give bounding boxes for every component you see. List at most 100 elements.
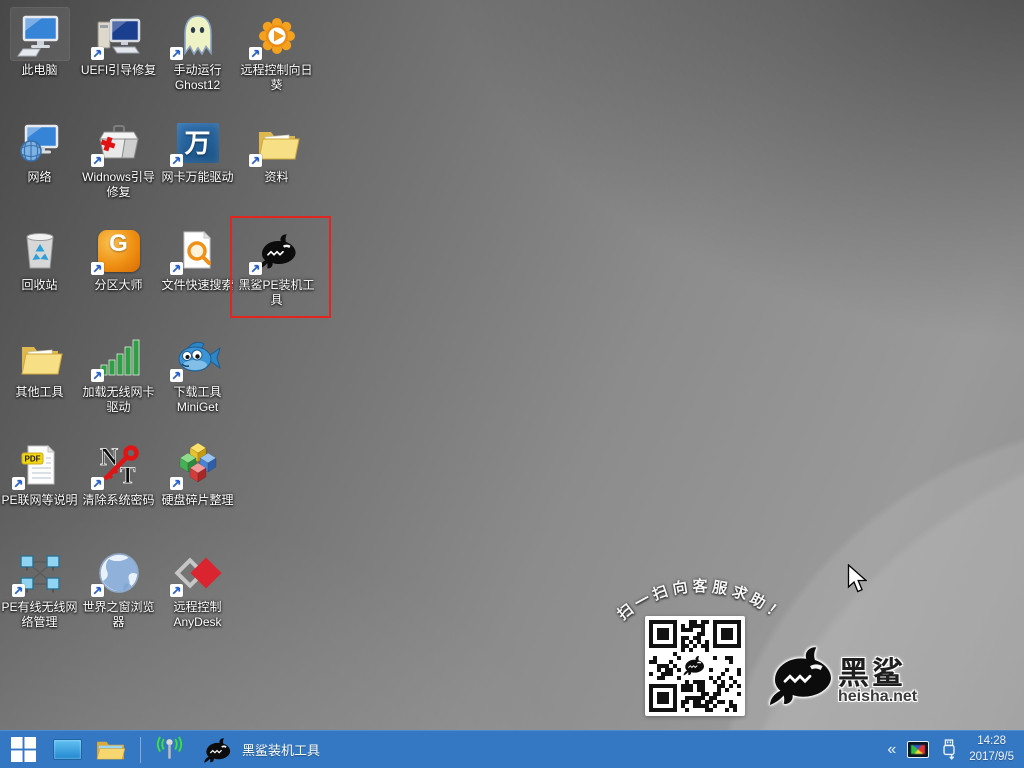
recycle-bin-icon	[11, 223, 69, 275]
shortcut-arrow-icon	[90, 584, 104, 597]
file-search-icon	[169, 223, 227, 275]
desktop-icon-run-ghost12[interactable]: 手动运行Ghost12	[158, 8, 237, 93]
start-button[interactable]	[0, 731, 46, 768]
desktop-icon-label: 远程控制AnyDesk	[173, 600, 222, 629]
desktop-icon-label: 分区大师	[94, 277, 143, 292]
desktop-icon-label: 其他工具	[15, 385, 64, 400]
display-color-icon[interactable]	[907, 741, 930, 758]
desktop-icon-load-wireless-driver[interactable]: 加载无线网卡驱动	[79, 330, 158, 415]
shortcut-arrow-icon	[11, 584, 25, 597]
qr-code	[645, 616, 745, 716]
desktop-icon-windows-boot-repair[interactable]: Widnows引导修复	[79, 115, 158, 200]
sunflower-icon	[248, 8, 306, 60]
diskgenius-icon: G	[90, 223, 148, 275]
anydesk-icon	[169, 545, 227, 597]
window-app-icon[interactable]	[53, 739, 82, 760]
shortcut-arrow-icon	[90, 261, 104, 275]
desktop-icon-label: 网络	[27, 170, 52, 185]
network-manager-icon	[11, 545, 69, 597]
usb-eject-icon[interactable]	[940, 738, 958, 761]
desktop-icon-label: 文件快速搜索	[161, 277, 234, 292]
shortcut-arrow-icon	[90, 154, 104, 168]
svg-text:T: T	[120, 463, 135, 488]
desktop-icon-uefi-boot-repair[interactable]: UEFI引导修复	[79, 8, 158, 78]
shortcut-arrow-icon	[90, 369, 104, 383]
desktop-icon-label: 下载工具MiniGet	[173, 385, 222, 415]
shortcut-arrow-icon	[169, 261, 183, 275]
desktop-icon-label: 此电脑	[21, 63, 58, 77]
clock-date: 2017/9/5	[969, 750, 1014, 763]
svg-text:PDF: PDF	[24, 454, 40, 463]
pc-icon	[10, 8, 69, 60]
folder-icon	[11, 330, 69, 382]
wifi-status-icon[interactable]	[156, 736, 183, 763]
desktop-icon-label: 资料	[264, 170, 289, 185]
defrag-cubes-icon	[169, 438, 227, 490]
shortcut-arrow-icon	[169, 369, 183, 383]
toolbox-icon	[90, 115, 148, 168]
shark-icon	[204, 737, 231, 763]
brand-site: heisha.net	[838, 688, 918, 705]
highlight-box	[230, 216, 331, 318]
shortcut-arrow-icon	[169, 154, 183, 168]
desktop-icon-miniget[interactable]: 下载工具MiniGet	[158, 330, 237, 415]
desktop-icon-partition-master[interactable]: G 分区大师	[79, 223, 158, 293]
desktop-icon-label: PE联网等说明	[1, 492, 78, 507]
desktop-icon-remote-sunflower[interactable]: 远程控制向日葵	[237, 8, 316, 93]
desktop-screen: 此电脑 UEFI引导修复 手动运行Ghost12 远程控制向日葵网络 Widnows引导…	[0, 0, 1024, 768]
shortcut-arrow-icon	[169, 584, 183, 597]
desktop-icon-label: 世界之窗浏览器	[82, 600, 155, 629]
shortcut-arrow-icon	[169, 47, 183, 60]
pdf-doc-icon: PDF	[11, 438, 69, 490]
hidden-icons-chevron[interactable]: «	[887, 741, 896, 758]
shortcut-arrow-icon	[90, 47, 104, 60]
desktop-icon-label: 手动运行Ghost12	[173, 63, 222, 92]
heisha-logo-shark-icon	[770, 647, 831, 705]
folder-icon	[96, 741, 125, 760]
shortcut-arrow-icon	[169, 476, 183, 490]
desktop-icon-pe-network-readme[interactable]: PDF PE联网等说明	[0, 438, 79, 508]
wan-driver-icon: 万	[169, 115, 227, 168]
desktop-icon-clear-system-password[interactable]: N T 清除系统密码	[79, 438, 158, 508]
desktop-pc-icon	[90, 8, 148, 60]
desktop-icon-pe-network-manager[interactable]: PE有线无线网络管理	[0, 545, 79, 630]
taskbar: 黑鲨装机工具 « 14:28 2017/9/5	[0, 730, 1024, 768]
color-screen	[911, 745, 926, 754]
desktop-icon-label: 清除系统密码	[82, 492, 155, 507]
desktop-icon-this-pc[interactable]: 此电脑	[0, 8, 79, 78]
folder-icon	[248, 115, 306, 168]
desktop-icon-file-quick-search[interactable]: 文件快速搜索	[158, 223, 237, 293]
signal-bars-icon	[90, 330, 148, 383]
desktop-icon-network[interactable]: 网络	[0, 115, 79, 185]
taskbar-separator	[140, 736, 141, 763]
taskbar-clock[interactable]: 14:28 2017/9/5	[969, 734, 1014, 765]
shortcut-arrow-icon	[248, 47, 262, 60]
desktop-icon-other-tools[interactable]: 其他工具	[0, 330, 79, 400]
blue-window-icon	[53, 739, 82, 760]
shortcut-arrow-icon	[90, 476, 104, 490]
desktop-icon-recycle-bin[interactable]: 回收站	[0, 223, 79, 293]
desktop-icon-remote-anydesk[interactable]: 远程控制AnyDesk	[158, 545, 237, 630]
desktop-icon-label: 加载无线网卡驱动	[82, 385, 155, 415]
fish-icon	[169, 330, 227, 383]
file-explorer-icon[interactable]	[96, 737, 125, 762]
desktop-icon-grid: 此电脑 UEFI引导修复 手动运行Ghost12 远程控制向日葵网络 Widnows引导…	[0, 0, 1024, 730]
ghost-icon	[169, 8, 227, 60]
taskbar-app-heisha[interactable]: 黑鲨装机工具	[190, 731, 330, 768]
clock-time: 14:28	[977, 734, 1006, 747]
nt-password-icon: NT	[90, 438, 148, 490]
brand-name: 黑鲨	[838, 656, 906, 691]
desktop-icon-disk-defrag[interactable]: 硬盘碎片整理	[158, 438, 237, 508]
taskbar-left: 黑鲨装机工具	[0, 731, 330, 768]
antenna-icon	[156, 736, 183, 759]
desktop-icon-label: Widnows引导修复	[82, 170, 155, 200]
desktop-icon-materials[interactable]: 资料	[237, 115, 316, 185]
desktop-icon-label: 硬盘碎片整理	[161, 492, 234, 507]
shortcut-arrow-icon	[248, 154, 262, 168]
desktop-icon-label: 远程控制向日葵	[240, 63, 313, 92]
desktop-icon-world-window-browser[interactable]: 世界之窗浏览器	[79, 545, 158, 630]
windows-logo-icon	[10, 737, 36, 762]
desktop-icon-label: 回收站	[21, 277, 58, 292]
desktop-icon-nic-universal-driver[interactable]: 万网卡万能驱动	[158, 115, 237, 185]
desktop-icon-label: UEFI引导修复	[80, 63, 157, 77]
